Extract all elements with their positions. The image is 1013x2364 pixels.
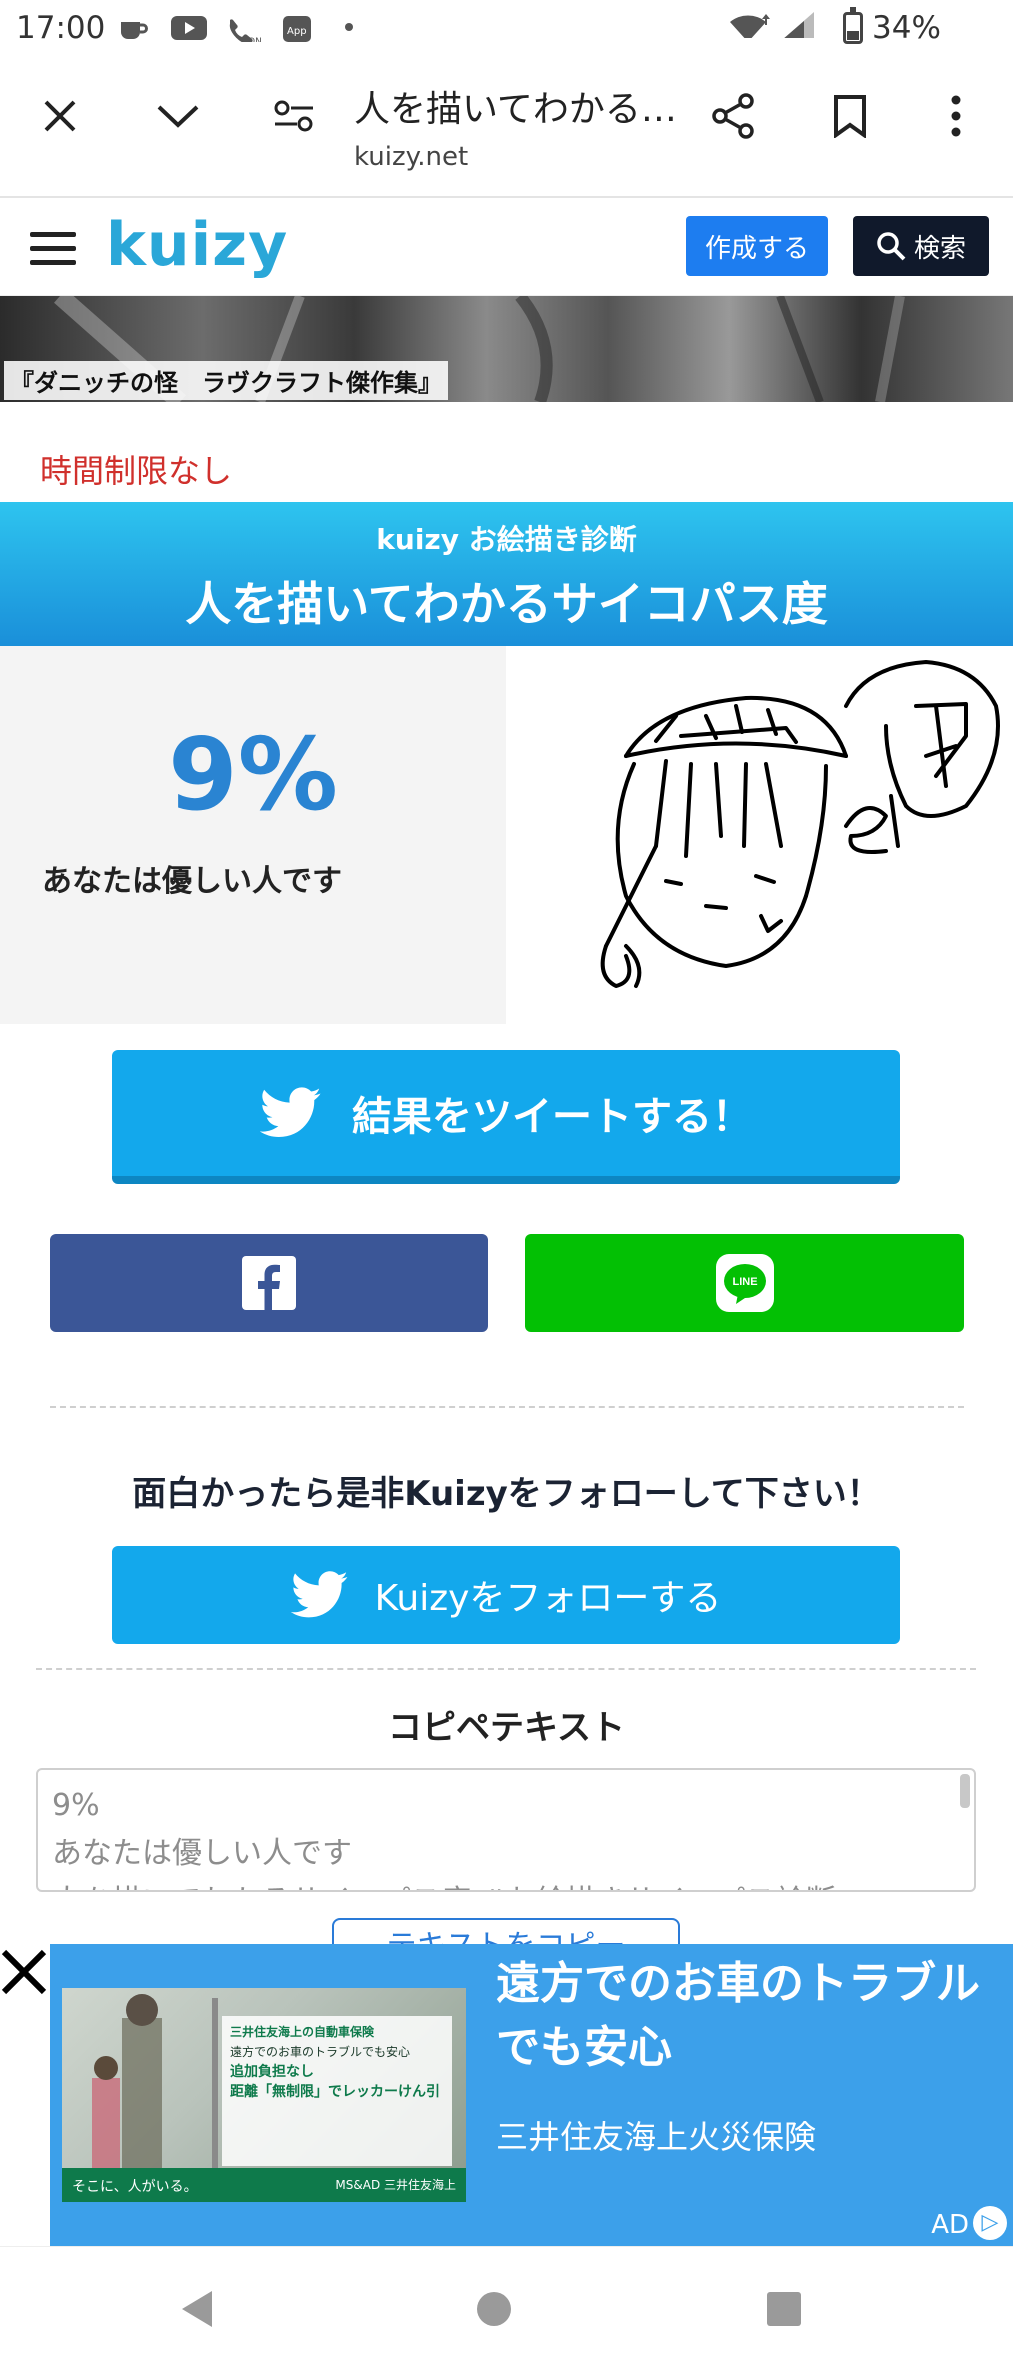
close-tab-button[interactable] — [28, 84, 92, 148]
facebook-share-button[interactable] — [50, 1234, 488, 1332]
copipe-line: 人を描いてわかるサイコパス度 #お絵描きサイコパス診断 — [52, 1878, 960, 1890]
user-drawing — [506, 646, 1013, 1024]
twitter-icon — [290, 1571, 348, 1618]
follow-kuizy-button[interactable]: Kuizyをフォローする — [112, 1546, 900, 1644]
more-menu-button[interactable] — [924, 84, 988, 148]
result-header: kuizy お絵描き診断 人を描いてわかるサイコパス度 — [0, 502, 1013, 646]
site-settings-button[interactable] — [262, 84, 326, 148]
battery-percent: 34% — [872, 10, 941, 46]
youtube-icon — [171, 16, 207, 40]
create-button-label: 作成する — [704, 233, 809, 264]
ad-info-icon[interactable]: ▷ — [973, 2206, 1007, 2240]
home-button[interactable] — [464, 2279, 524, 2339]
copipe-textarea[interactable]: 9% あなたは優しい人です 人を描いてわかるサイコパス度 #お絵描きサイコパス診… — [36, 1768, 976, 1892]
ad-image-brand: MS&AD 三井住友海上 — [335, 2178, 456, 2192]
divider — [36, 1668, 976, 1670]
ad-image-heading: 三井住友海上の自動車保険 — [230, 2025, 375, 2039]
textarea-scrollbar[interactable] — [960, 1774, 970, 1808]
ad-label: AD — [931, 2210, 969, 2240]
time-limit-label: 時間制限なし — [40, 452, 233, 490]
twitter-icon — [260, 1087, 321, 1138]
minimize-button[interactable] — [146, 84, 210, 148]
tweet-result-button[interactable]: 結果をツイートする！ — [112, 1050, 900, 1184]
create-button[interactable]: 作成する — [686, 216, 828, 276]
dot-icon — [345, 23, 353, 31]
menu-icon[interactable] — [30, 232, 76, 266]
ad-image-footer: そこに、人がいる。 MS&AD 三井住友海上 — [62, 2168, 466, 2202]
share-button[interactable] — [702, 84, 766, 148]
drawing-image — [600, 660, 1000, 988]
banner-caption: 『ダニッチの怪 ラヴクラフト傑作集』 — [4, 361, 448, 400]
back-icon — [182, 2291, 212, 2327]
search-icon — [877, 232, 906, 261]
site-settings-icon — [274, 100, 313, 132]
home-icon — [477, 2292, 511, 2326]
copipe-line: 9% — [52, 1788, 100, 1823]
page-title[interactable]: 人を描いてわかる… — [354, 80, 677, 132]
svg-text:App: App — [287, 26, 307, 37]
status-bar: 17:00 ON App 34% — [0, 0, 1013, 58]
ad-image-slogan: そこに、人がいる。 — [72, 2179, 198, 2195]
close-icon — [44, 100, 76, 132]
ad-headline[interactable]: 遠方でのお車のトラブルでも安心 — [496, 1952, 996, 2080]
share-icon — [712, 93, 754, 139]
result-score: 9% — [168, 716, 338, 833]
page-url[interactable]: kuizy.net — [354, 142, 468, 172]
copipe-line: あなたは優しい人です — [52, 1836, 352, 1871]
ad-image-line: 追加負担なし — [230, 2064, 314, 2080]
wifi-call-icon: ON — [229, 19, 262, 42]
site-logo[interactable]: kuizy — [106, 210, 288, 280]
recents-icon — [767, 2292, 801, 2326]
result-text: あなたは優しい人です — [42, 864, 342, 899]
line-share-button[interactable]: LINE — [525, 1234, 964, 1332]
result-panel: 9% あなたは優しい人です — [0, 646, 506, 1024]
ad-image[interactable]: 三井住友海上の自動車保険 遠方でのお車のトラブルでも安心 追加負担なし 距離「無… — [62, 1988, 466, 2202]
facebook-icon — [242, 1256, 296, 1310]
ad-image-line: 距離「無制限」でレッカーけん引 — [230, 2084, 440, 2100]
back-button[interactable] — [166, 2279, 226, 2339]
line-icon: LINE — [715, 1254, 774, 1312]
promo-banner[interactable]: 『ダニッチの怪 ラヴクラフト傑作集』 — [0, 296, 1013, 402]
quiz-title: 人を描いてわかるサイコパス度 — [185, 577, 828, 631]
divider — [50, 1406, 964, 1408]
browser-toolbar: 人を描いてわかる… kuizy.net — [0, 58, 1013, 198]
ad-banner[interactable]: 三井住友海上の自動車保険 遠方でのお車のトラブルでも安心 追加負担なし 距離「無… — [0, 1944, 1013, 2246]
wifi-icon — [730, 14, 770, 38]
follow-prompt: 面白かったら是非Kuizyをフォローして下さい！ — [132, 1474, 881, 1514]
system-nav-bar — [0, 2246, 1013, 2364]
site-header: kuizy 作成する 検索 — [0, 200, 1013, 296]
more-icon — [951, 95, 961, 137]
follow-kuizy-label: Kuizyをフォローする — [374, 1578, 722, 1619]
chevron-down-icon — [157, 105, 199, 128]
ad-image-line: 遠方でのお車のトラブルでも安心 — [230, 2045, 411, 2059]
result-subtitle: kuizy お絵描き診断 — [376, 523, 637, 556]
ad-image-panel: 三井住友海上の自動車保険 遠方でのお車のトラブルでも安心 追加負担なし 距離「無… — [222, 2016, 452, 2166]
app-icon: App — [283, 16, 311, 42]
battery-icon — [843, 7, 863, 44]
ad-advertiser[interactable]: 三井住友海上火災保険 — [496, 2112, 816, 2158]
close-icon[interactable] — [0, 1948, 50, 1998]
svg-text:ON: ON — [248, 37, 262, 42]
ad-gutter — [0, 1944, 50, 2246]
search-button-label: 検索 — [913, 233, 966, 264]
bookmark-icon — [834, 95, 866, 138]
status-time: 17:00 — [16, 10, 106, 46]
search-button[interactable]: 検索 — [853, 216, 989, 276]
line-icon-text: LINE — [732, 1276, 757, 1288]
copipe-title: コピペテキスト — [388, 1708, 625, 1748]
coffee-icon — [121, 22, 148, 39]
bookmark-button[interactable] — [818, 84, 882, 148]
signal-icon — [784, 12, 814, 38]
ad-content[interactable]: 三井住友海上の自動車保険 遠方でのお車のトラブルでも安心 追加負担なし 距離「無… — [50, 1944, 1013, 2246]
tweet-result-label: 結果をツイートする！ — [352, 1094, 752, 1140]
recents-button[interactable] — [754, 2279, 814, 2339]
